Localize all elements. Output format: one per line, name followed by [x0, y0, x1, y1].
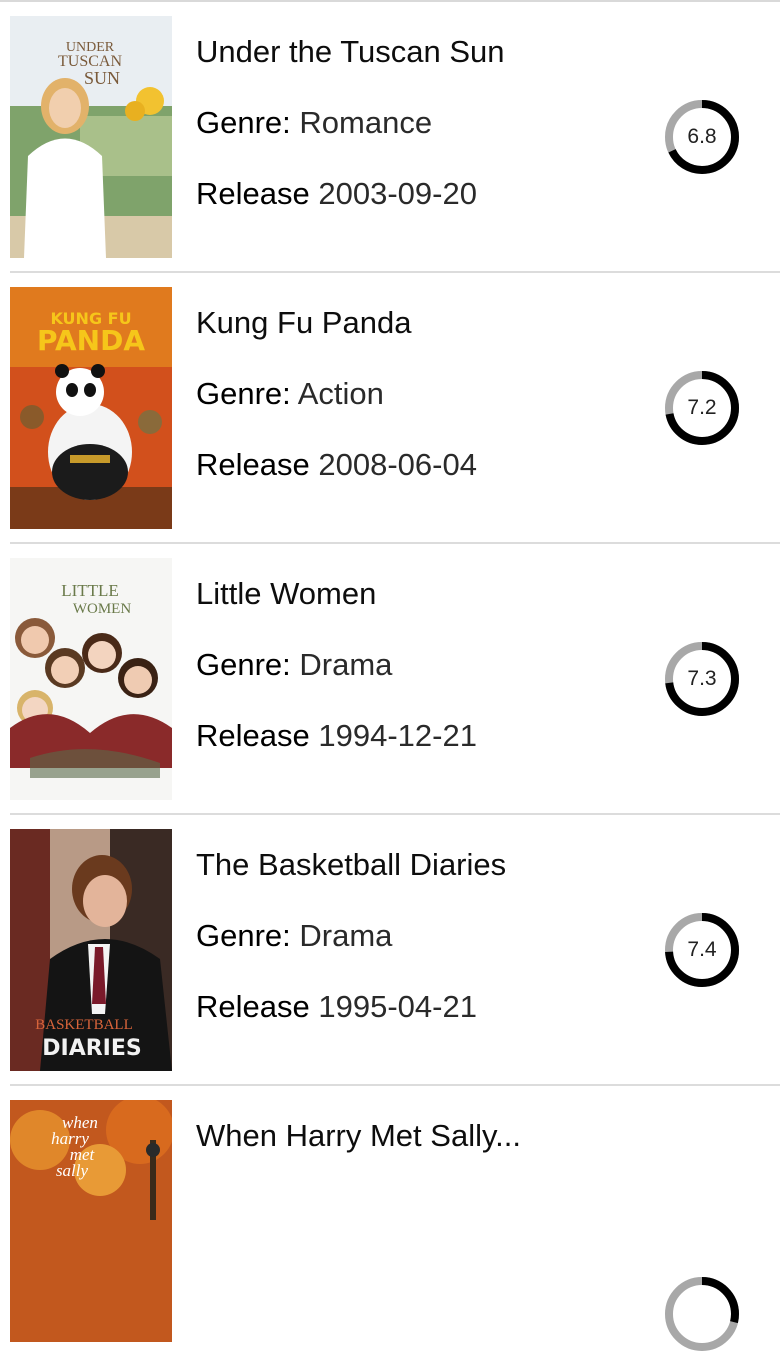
- movie-title[interactable]: Little Women: [196, 574, 636, 614]
- rating-ring: 7.3: [664, 641, 740, 717]
- genre-label: Genre:: [196, 647, 291, 682]
- svg-text:LITTLE: LITTLE: [61, 581, 119, 600]
- svg-text:BASKETBALL: BASKETBALL: [35, 1017, 133, 1033]
- movie-poster[interactable]: when harry met sally: [10, 1100, 172, 1342]
- release-line: Release 1995-04-21: [196, 987, 636, 1027]
- movie-row[interactable]: KUNG FU PANDA Kung Fu Panda Genre: Actio…: [10, 273, 780, 544]
- genre-value: Drama: [299, 647, 393, 682]
- release-label: Release: [196, 989, 310, 1024]
- svg-text:WOMEN: WOMEN: [73, 601, 131, 617]
- genre-label: Genre:: [196, 105, 291, 140]
- svg-text:DIARIES: DIARIES: [42, 1036, 141, 1061]
- genre-value: Action: [297, 376, 384, 411]
- release-label: Release: [196, 176, 310, 211]
- movie-row[interactable]: when harry met sally When Harry Met Sall…: [10, 1086, 780, 1357]
- release-label: Release: [196, 718, 310, 753]
- movie-poster[interactable]: BASKETBALL DIARIES: [10, 829, 172, 1071]
- genre-line: Genre: Drama: [196, 645, 636, 685]
- poster-image: BASKETBALL DIARIES: [10, 829, 172, 1071]
- release-value: 2008-06-04: [318, 447, 477, 482]
- movie-info: The Basketball Diaries Genre: Drama Rele…: [196, 845, 636, 1027]
- movie-row[interactable]: UNDER TUSCAN SUN Under the Tuscan Sun Ge…: [10, 2, 780, 273]
- movie-title[interactable]: When Harry Met Sally...: [196, 1116, 636, 1156]
- poster-image: KUNG FU PANDA: [10, 287, 172, 529]
- release-value: 2003-09-20: [318, 176, 477, 211]
- movie-row[interactable]: LITTLE WOMEN Little Women Genre: Drama R…: [10, 544, 780, 815]
- release-value: 1994-12-21: [318, 718, 477, 753]
- movie-title[interactable]: The Basketball Diaries: [196, 845, 636, 885]
- movie-poster[interactable]: LITTLE WOMEN: [10, 558, 172, 800]
- rating-ring: 6.8: [664, 99, 740, 175]
- movie-info: Kung Fu Panda Genre: Action Release 2008…: [196, 303, 636, 485]
- rating-value: 6.8: [687, 125, 717, 148]
- genre-line: Genre: Drama: [196, 916, 636, 956]
- release-line: Release 2008-06-04: [196, 445, 636, 485]
- movie-info: Little Women Genre: Drama Release 1994-1…: [196, 574, 636, 756]
- movie-poster[interactable]: KUNG FU PANDA: [10, 287, 172, 529]
- poster-image: UNDER TUSCAN SUN: [10, 16, 172, 258]
- rating-value: 7.2: [687, 396, 717, 419]
- rating-ring: 7.2: [664, 370, 740, 446]
- genre-label: Genre:: [196, 918, 291, 953]
- rating-value: 7.4: [687, 938, 717, 961]
- poster-image: LITTLE WOMEN: [10, 558, 172, 800]
- release-line: Release 1994-12-21: [196, 716, 636, 756]
- movie-title[interactable]: Under the Tuscan Sun: [196, 32, 636, 72]
- svg-text:SUN: SUN: [84, 68, 120, 88]
- svg-text:PANDA: PANDA: [37, 324, 145, 357]
- rating-ring-graphic: [665, 1277, 739, 1351]
- movie-row[interactable]: BASKETBALL DIARIES The Basketball Diarie…: [10, 815, 780, 1086]
- movie-list[interactable]: UNDER TUSCAN SUN Under the Tuscan Sun Ge…: [0, 2, 780, 1357]
- genre-value: Drama: [299, 918, 393, 953]
- movie-info: Under the Tuscan Sun Genre: Romance Rele…: [196, 32, 636, 214]
- rating-ring: [664, 1276, 740, 1352]
- movie-poster[interactable]: UNDER TUSCAN SUN: [10, 16, 172, 258]
- svg-text:sally: sally: [56, 1161, 89, 1180]
- genre-label: Genre:: [196, 376, 291, 411]
- release-line: Release 2003-09-20: [196, 174, 636, 214]
- poster-image: when harry met sally: [10, 1100, 172, 1342]
- release-value: 1995-04-21: [318, 989, 477, 1024]
- movie-title[interactable]: Kung Fu Panda: [196, 303, 636, 343]
- movie-info: When Harry Met Sally...: [196, 1116, 636, 1156]
- genre-value: Romance: [299, 105, 433, 140]
- rating-value: 7.3: [687, 667, 717, 690]
- release-label: Release: [196, 447, 310, 482]
- rating-ring: 7.4: [664, 912, 740, 988]
- genre-line: Genre: Romance: [196, 103, 636, 143]
- genre-line: Genre: Action: [196, 374, 636, 414]
